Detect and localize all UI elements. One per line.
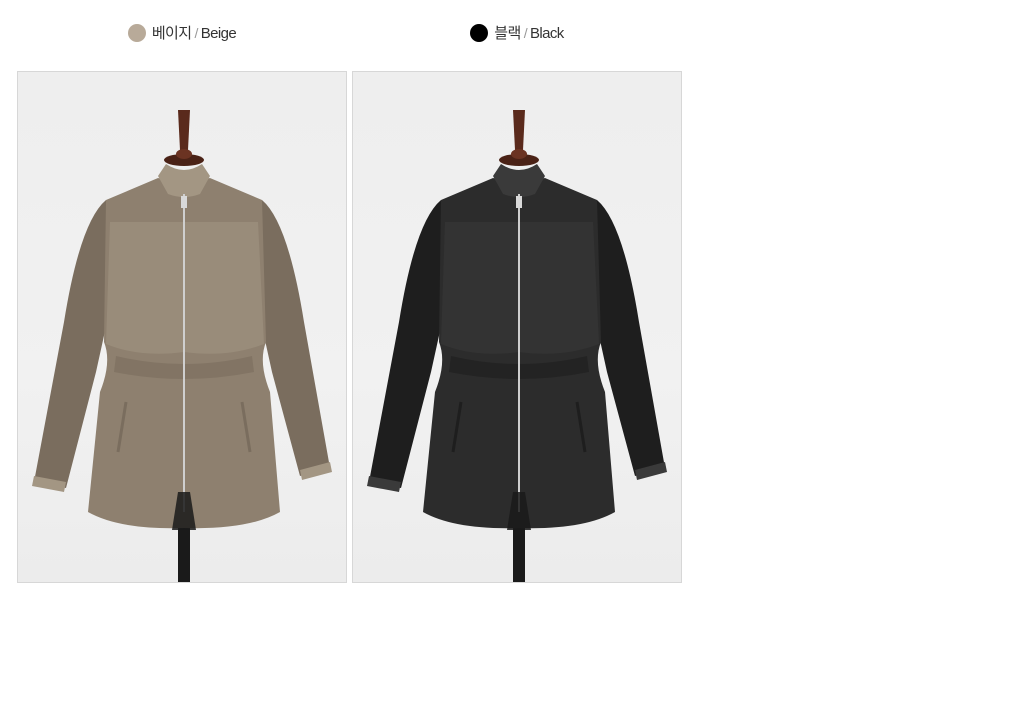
color-option-beige: 베이지 / Beige: [17, 0, 347, 583]
label-separator: /: [194, 25, 198, 41]
coat-zipper-pull: [181, 196, 187, 208]
color-swatch-icon: [470, 23, 489, 42]
color-option-black: 블랙 / Black: [352, 0, 682, 583]
mannequin-neck-icon: [513, 110, 525, 150]
color-label-black: 블랙 / Black: [352, 0, 682, 68]
color-swatch-icon: [127, 23, 146, 42]
color-name-english: Beige: [200, 25, 237, 42]
product-photo-beige: [17, 71, 347, 583]
color-name-korean: 베이지: [151, 25, 192, 42]
product-photo-black: [352, 71, 682, 583]
label-separator: /: [523, 25, 528, 41]
coat-on-mannequin-black: [367, 110, 667, 582]
color-name-english: Black: [530, 25, 564, 42]
product-color-options: 베이지 / Beige 블랙 / Black: [0, 0, 1034, 712]
mannequin-top-icon: [511, 149, 527, 159]
mannequin-neck-icon: [178, 110, 190, 150]
color-name-korean: 블랙: [494, 25, 521, 42]
coat-on-mannequin-beige: [32, 110, 332, 582]
color-label-beige: 베이지 / Beige: [17, 0, 347, 68]
mannequin-top-icon: [176, 149, 192, 159]
coat-zipper-pull: [516, 196, 522, 208]
